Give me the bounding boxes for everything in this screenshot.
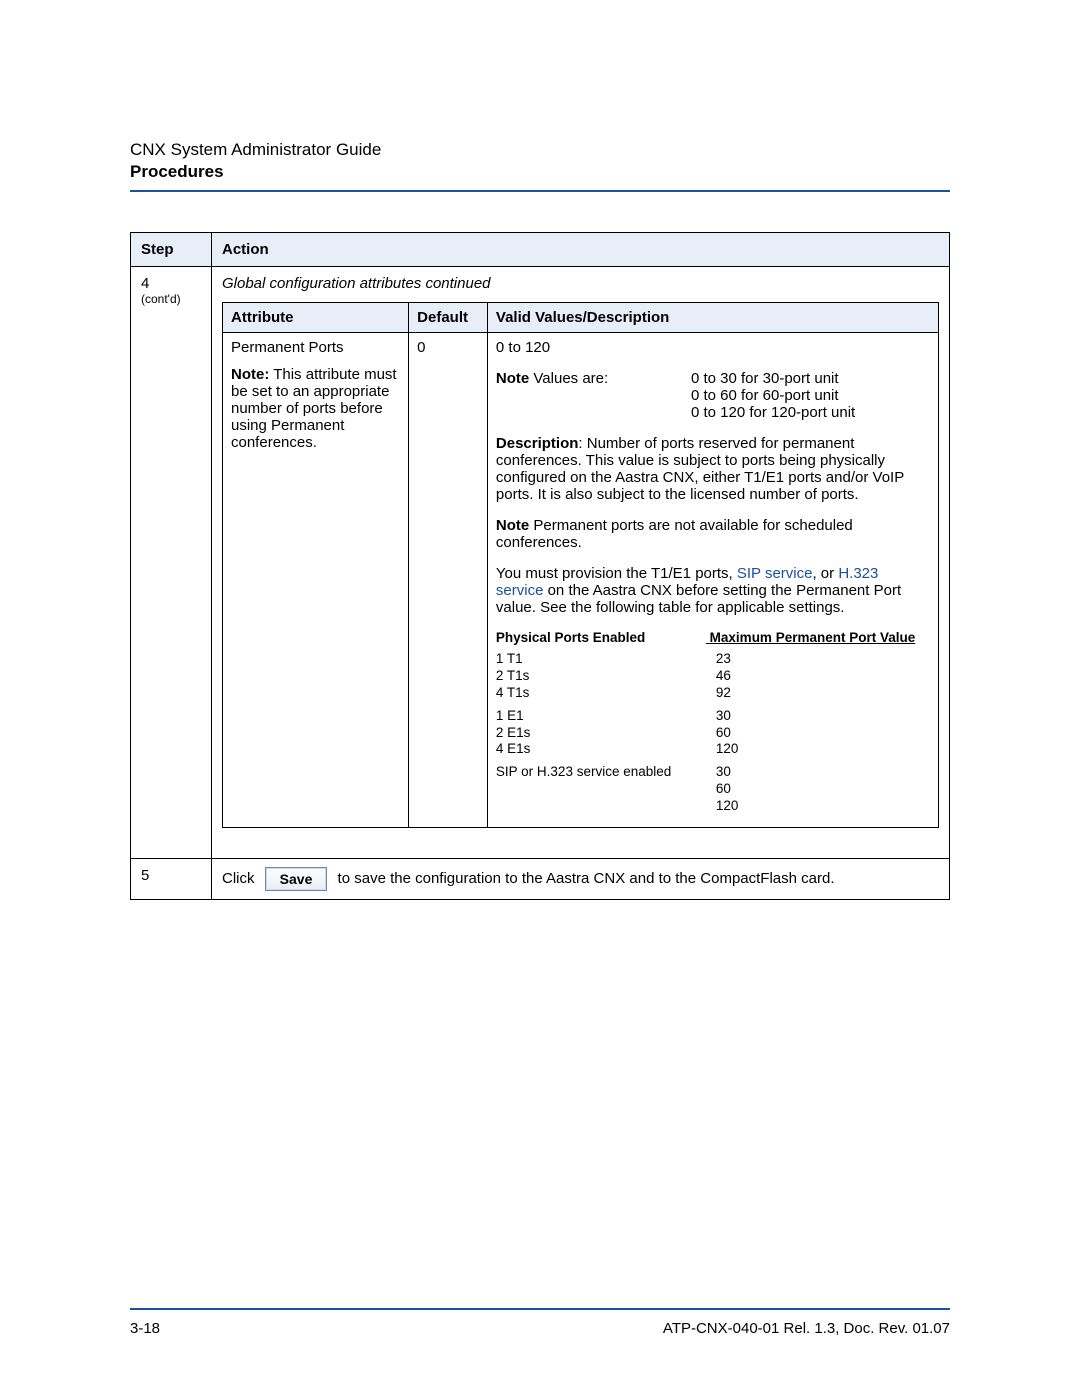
mini-right: 60: [716, 725, 930, 742]
desc-header: Valid Values/Description: [487, 303, 938, 333]
note-lead: Values are:: [529, 370, 608, 387]
header-rule: [130, 190, 950, 192]
mini-table-group-t1: 1 T1 23 2 T1s 46 4 T1s 92: [496, 651, 930, 702]
action-cell: Click Save to save the configuration to …: [212, 858, 950, 899]
value-range: 0 to 120: [496, 339, 930, 356]
attribute-cell: Permanent Ports Note: This attribute mus…: [223, 333, 409, 828]
step-cell: 5: [131, 858, 212, 899]
mini-left: [496, 781, 716, 798]
step5-pre: Click: [222, 870, 255, 887]
value-line: 0 to 30 for 30-port unit: [691, 370, 930, 387]
sip-service-link[interactable]: SIP service: [737, 565, 813, 582]
page-header: CNX System Administrator Guide Procedure…: [130, 140, 950, 192]
attributes-table: Attribute Default Valid Values/Descripti…: [222, 302, 939, 828]
mini-left: 4 E1s: [496, 741, 716, 758]
doc-title: CNX System Administrator Guide: [130, 140, 950, 160]
mini-table-group-sip: SIP or H.323 service enabled 30 60 120: [496, 764, 930, 815]
document-page: CNX System Administrator Guide Procedure…: [0, 0, 1080, 1397]
action-cell: Global configuration attributes continue…: [212, 267, 950, 859]
mini-left: SIP or H.323 service enabled: [496, 764, 716, 781]
footer-rule: [130, 1308, 950, 1310]
default-cell: 0: [409, 333, 488, 828]
step5-post: to save the configuration to the Aastra …: [338, 870, 835, 887]
table-row: Permanent Ports Note: This attribute mus…: [223, 333, 939, 828]
section-title: Procedures: [130, 162, 950, 182]
value-line: 0 to 120 for 120-port unit: [691, 404, 930, 421]
description-cell: 0 to 120 Note Values are: 0 to 30 for 30…: [487, 333, 938, 828]
mini-left: 1 E1: [496, 708, 716, 725]
provision-mid: , or: [812, 565, 838, 582]
procedure-table: Step Action 4 (cont'd) Global configurat…: [130, 232, 950, 900]
attr-header: Attribute: [223, 303, 409, 333]
table-row: 4 (cont'd) Global configuration attribut…: [131, 267, 950, 859]
mini-left: 4 T1s: [496, 685, 716, 702]
provision-block: You must provision the T1/E1 ports, SIP …: [496, 565, 930, 616]
mini-table-header: Physical Ports Enabled Maximum Permanent…: [496, 630, 930, 645]
mini-right: 92: [716, 685, 930, 702]
mini-left: [496, 798, 716, 815]
note-label: Note: [496, 517, 529, 534]
action-subtitle: Global configuration attributes continue…: [222, 275, 939, 292]
description-block: Description: Number of ports reserved fo…: [496, 435, 930, 503]
provision-post: on the Aastra CNX before setting the Per…: [496, 582, 901, 616]
mini-table-group-e1: 1 E1 30 2 E1s 60 4 E1s 120: [496, 708, 930, 759]
mini-right: 60: [716, 781, 930, 798]
attribute-note: Note: This attribute must be set to an a…: [231, 366, 400, 451]
values-note: Note Values are: 0 to 30 for 30-port uni…: [496, 370, 930, 421]
step-number: 4: [141, 275, 201, 292]
attribute-name: Permanent Ports: [231, 339, 400, 356]
note-label: Note: [496, 370, 529, 387]
mini-right: 30: [716, 764, 930, 781]
mini-right: 23: [716, 651, 930, 668]
mini-left: 2 T1s: [496, 668, 716, 685]
col-action-header: Action: [212, 233, 950, 267]
note-label: Note:: [231, 366, 269, 383]
value-line: 0 to 60 for 60-port unit: [691, 387, 930, 404]
step-cell: 4 (cont'd): [131, 267, 212, 859]
col-step-header: Step: [131, 233, 212, 267]
page-footer: 3-18 ATP-CNX-040-01 Rel. 1.3, Doc. Rev. …: [130, 1308, 950, 1337]
mini-right: 46: [716, 668, 930, 685]
mini-right: 120: [716, 798, 930, 815]
save-button[interactable]: Save: [265, 867, 328, 891]
step-number: 5: [141, 867, 149, 884]
mini-left: 2 E1s: [496, 725, 716, 742]
page-number: 3-18: [130, 1320, 160, 1337]
mini-header-right: Maximum Permanent Port Value: [710, 630, 916, 645]
mini-right: 120: [716, 741, 930, 758]
doc-id: ATP-CNX-040-01 Rel. 1.3, Doc. Rev. 01.07: [663, 1320, 950, 1337]
note2-text: Permanent ports are not available for sc…: [496, 517, 853, 551]
default-header: Default: [409, 303, 488, 333]
step-contd: (cont'd): [141, 292, 201, 306]
mini-right: 30: [716, 708, 930, 725]
desc-label: Description: [496, 435, 579, 452]
mini-left: 1 T1: [496, 651, 716, 668]
note2-block: Note Permanent ports are not available f…: [496, 517, 930, 551]
table-row: 5 Click Save to save the configuration t…: [131, 858, 950, 899]
mini-header-left: Physical Ports Enabled: [496, 630, 706, 645]
provision-pre: You must provision the T1/E1 ports,: [496, 565, 737, 582]
